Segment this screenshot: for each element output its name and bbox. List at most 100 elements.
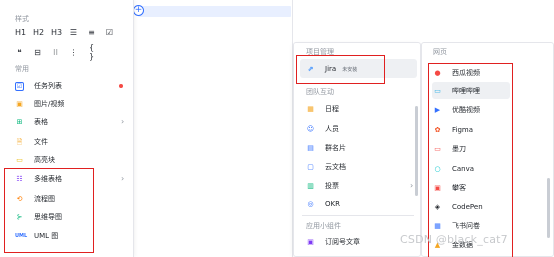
menu-item-file[interactable]: 🗎 文件: [15, 135, 48, 149]
format-row-2: ❝ ⊟ ⁝⁝ ⋮ { }: [15, 43, 96, 61]
quote-icon[interactable]: ❝: [15, 48, 24, 57]
team-section-title: 团队互动: [306, 88, 334, 96]
task-list-icon: ☑: [15, 81, 24, 91]
menu-item-label: 飞书问卷: [452, 222, 480, 230]
menu-item-label: 图片/视频: [34, 100, 65, 108]
new-indicator-dot: [119, 84, 123, 88]
heading1-icon[interactable]: H1: [15, 28, 26, 37]
menu-item-mindmap[interactable]: ⊱ 思维导图: [15, 210, 62, 224]
menu-item-label: 思维导图: [34, 213, 62, 221]
menu-item-label: 人员: [325, 125, 339, 133]
ordered-list-icon[interactable]: ☰: [69, 28, 78, 37]
menu-item-label: 订阅号文章: [325, 238, 360, 246]
panke-icon: ▣: [434, 183, 441, 192]
menu-item-cloud-doc[interactable]: ▢ 云文档: [306, 160, 346, 174]
annotation-red-box: [296, 55, 385, 84]
format-row-1: H1 H2 H3 ☰ ≡ ☑: [15, 28, 114, 37]
add-block-icon[interactable]: +: [133, 5, 144, 16]
xigua-video-icon: ●: [434, 68, 441, 77]
menu-item-okr[interactable]: ◎ OKR: [306, 197, 340, 211]
codepen-icon: ◈: [434, 202, 441, 211]
menu-item-label: 日程: [325, 105, 339, 113]
web-embed-panel: 网页 ● 西瓜视频 ▭ 哔哩哔哩 ▶ 优酷视频 ✿ Figma ▭ 墨刀 ○ C…: [421, 42, 554, 257]
survey-icon: ▦: [434, 221, 441, 230]
heading3-icon[interactable]: H3: [51, 28, 62, 37]
menu-item-figma[interactable]: ✿ Figma: [433, 123, 473, 137]
menu-item-task-list[interactable]: ☑ 任务列表: [15, 79, 62, 93]
calendar-icon: ▦: [307, 104, 314, 113]
menu-item-label: 文件: [34, 138, 48, 146]
code-block-icon[interactable]: { }: [87, 43, 96, 61]
screenshot-stage: + 样式 H1 H2 H3 ☰ ≡ ☑ ❝ ⊟ ⁝⁝ ⋮ { } 常用 ☑ 任务…: [0, 0, 554, 257]
menu-item-label: 云文档: [325, 163, 346, 171]
menu-item-label: 多维表格: [34, 175, 62, 183]
mindmap-icon: ⊱: [16, 212, 23, 221]
bullet-list-icon[interactable]: ≡: [87, 28, 96, 37]
more-blocks-panel: 项目管理 ⇗ Jira 未安装 团队互动 ▦ 日程 ☺ 人员 ▤ 群名片 ▢ 云…: [293, 42, 421, 257]
menu-item-vote[interactable]: ▥ 投票: [306, 179, 339, 193]
uml-icon: UML: [15, 232, 28, 239]
cloud-doc-icon: ▢: [307, 162, 314, 171]
menu-item-bitable[interactable]: ☷ 多维表格: [15, 172, 62, 186]
table-icon: ⊞: [16, 117, 23, 126]
menu-item-label: 攀客: [452, 184, 466, 192]
menu-item-label: OKR: [325, 200, 340, 208]
menu-item-table[interactable]: ⊞ 表格: [15, 115, 48, 129]
style-section-title: 样式: [15, 15, 29, 23]
menu-item-label: 表格: [34, 118, 48, 126]
menu-item-group-card[interactable]: ▤ 群名片: [306, 141, 346, 155]
menu-item-label: 群名片: [325, 144, 346, 152]
scrollbar-thumb[interactable]: [415, 106, 418, 196]
menu-item-uml[interactable]: UML UML 图: [15, 229, 58, 243]
menu-item-label: 西瓜视频: [452, 69, 480, 77]
web-section-title: 网页: [433, 48, 447, 56]
bitable-icon: ☷: [16, 174, 23, 183]
menu-item-xigua-video[interactable]: ● 西瓜视频: [433, 66, 480, 80]
common-section-title: 常用: [15, 65, 29, 73]
watermark-text: CSDN @black_cat7: [400, 233, 508, 246]
divider: [302, 215, 414, 216]
widget-section-title: 应用小组件: [306, 222, 341, 230]
menu-item-label: 哔哩哔哩: [452, 87, 480, 95]
menu-item-modao[interactable]: ▭ 墨刀: [433, 142, 466, 156]
person-icon: ☺: [306, 124, 315, 133]
menu-item-person[interactable]: ☺ 人员: [306, 122, 339, 136]
vote-icon: ▥: [307, 181, 314, 190]
youku-icon: ▶: [434, 105, 441, 114]
chevron-right-icon: ›: [121, 174, 125, 183]
menu-item-label: 墨刀: [452, 145, 466, 153]
menu-item-image-video[interactable]: ▣ 图片/视频: [15, 97, 64, 111]
menu-item-youku[interactable]: ▶ 优酷视频: [433, 103, 480, 117]
chevron-right-icon: ›: [121, 117, 125, 126]
menu-item-label: CodePen: [452, 203, 483, 211]
menu-item-bilibili[interactable]: ▭ 哔哩哔哩: [433, 84, 480, 98]
heading2-icon[interactable]: H2: [33, 28, 44, 37]
menu-item-highlight-block[interactable]: ▭ 高亮块: [15, 153, 55, 167]
menu-item-label: 流程图: [34, 195, 55, 203]
grid-icon[interactable]: ⁝⁝: [51, 48, 60, 57]
menu-item-label: 优酷视频: [452, 106, 480, 114]
highlight-block-icon: ▭: [16, 155, 23, 164]
divider-icon[interactable]: ⋮: [69, 48, 78, 57]
callout-icon[interactable]: ⊟: [33, 48, 42, 57]
figma-icon: ✿: [434, 125, 441, 134]
menu-item-panke[interactable]: ▣ 攀客: [433, 181, 466, 195]
group-card-icon: ▤: [307, 143, 314, 152]
scrollbar-thumb[interactable]: [547, 178, 550, 238]
menu-item-feishu-survey[interactable]: ▦ 飞书问卷: [433, 219, 480, 233]
menu-item-label: 投票: [325, 182, 339, 190]
menu-item-calendar[interactable]: ▦ 日程: [306, 102, 339, 116]
flowchart-icon: ⟲: [16, 194, 23, 203]
menu-item-flowchart[interactable]: ⟲ 流程图: [15, 192, 55, 206]
modao-icon: ▭: [434, 144, 441, 153]
editor-selected-line[interactable]: [138, 6, 291, 17]
menu-item-label: UML 图: [34, 232, 59, 240]
menu-item-canva[interactable]: ○ Canva: [433, 162, 474, 176]
menu-item-label: Canva: [452, 165, 475, 173]
checkbox-icon[interactable]: ☑: [105, 28, 114, 37]
menu-item-codepen[interactable]: ◈ CodePen: [433, 200, 483, 214]
chevron-right-icon: ›: [410, 181, 414, 190]
file-icon: 🗎: [16, 137, 23, 146]
menu-item-subscription-article[interactable]: ▣ 订阅号文章: [306, 235, 360, 249]
okr-icon: ◎: [307, 199, 314, 208]
